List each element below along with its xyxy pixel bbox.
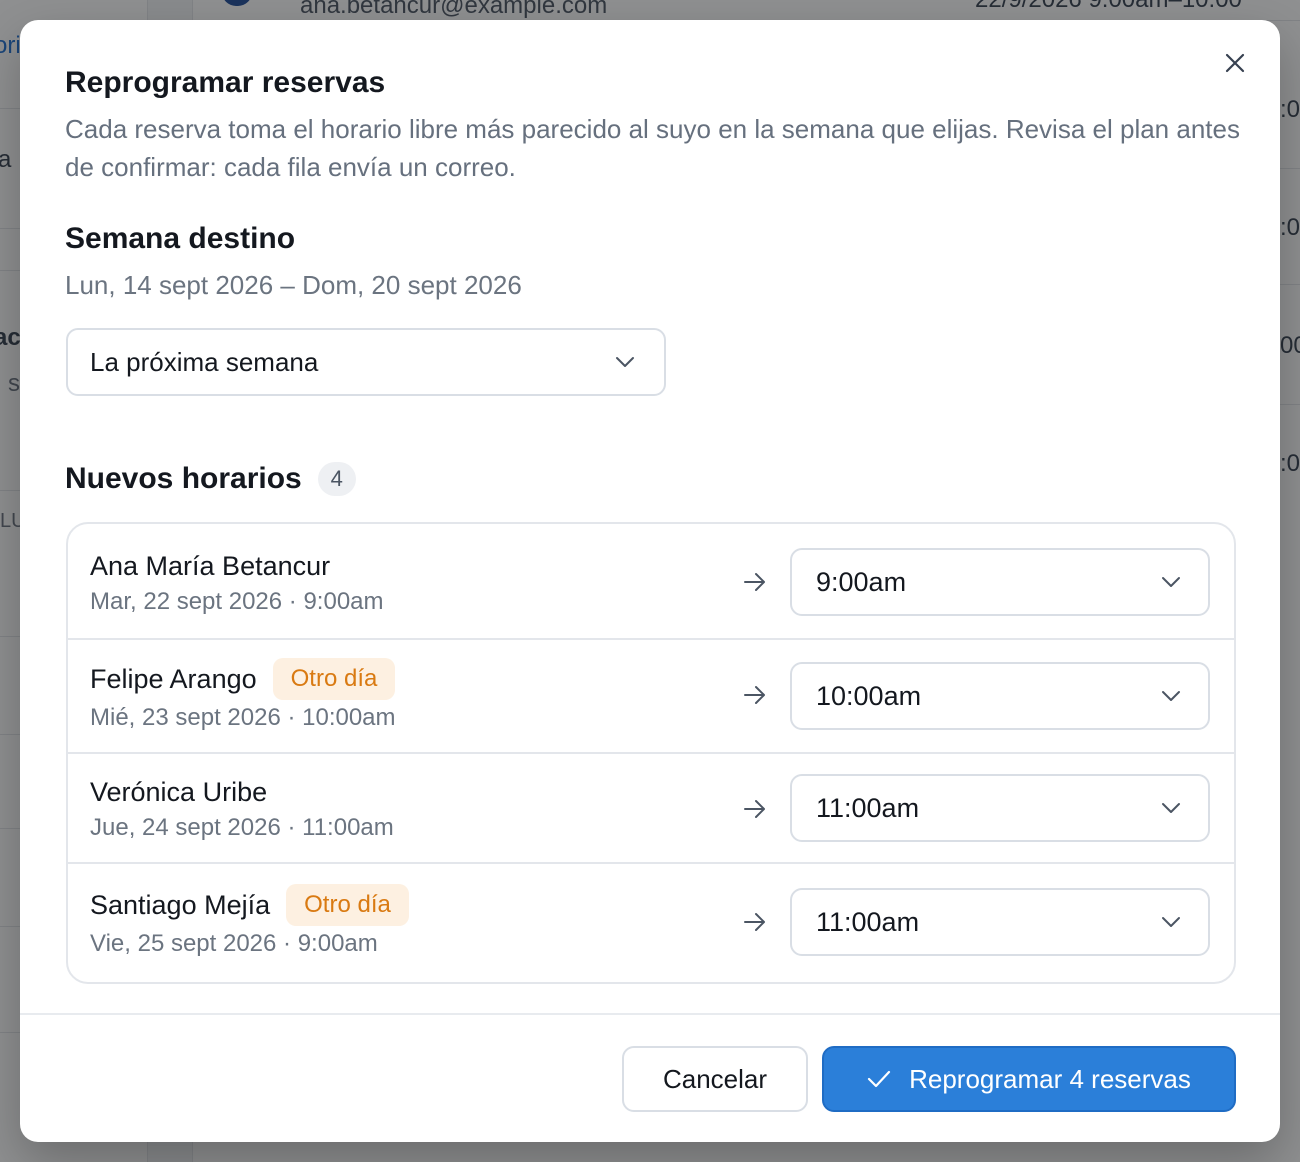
other-day-badge: Otro día [272,658,396,700]
slot-name-line: Ana María Betancur [90,548,330,584]
new-time-select[interactable]: 9:00am [790,548,1210,616]
footer-divider [20,1013,1280,1015]
new-time-value: 11:00am [816,906,920,937]
new-time-select[interactable]: 11:00am [790,888,1210,956]
new-time-value: 10:00am [816,680,922,711]
new-time-value: 9:00am [816,566,907,597]
chevron-down-icon [1160,571,1182,593]
reschedule-dialog: Reprogramar reservas Cada reserva toma e… [20,20,1280,1142]
slot-row: Felipe Arango Otro día Mié, 23 sept 2026… [68,640,1234,754]
new-slots-heading: Nuevos horarios 4 [65,462,356,496]
arrow-right-icon [742,909,768,935]
booking-name: Felipe Arango [90,663,257,694]
arrow-right-icon [742,569,768,595]
original-datetime: Mié, 23 sept 2026 · 10:00am [90,704,396,731]
slot-row: Santiago Mejía Otro día Vie, 25 sept 202… [68,864,1234,982]
arrow-right-icon [742,682,768,708]
close-icon [1224,52,1246,79]
arrow-right-icon [742,796,768,822]
dialog-description: Cada reserva toma el horario libre más p… [65,114,1240,182]
slot-name-line: Verónica Uribe [90,774,267,810]
new-slots-heading-label: Nuevos horarios [65,462,302,495]
chevron-down-icon [1160,911,1182,933]
chevron-down-icon [1160,797,1182,819]
booking-name: Santiago Mejía [90,889,271,920]
target-week-value: La próxima semana [90,346,319,377]
chevron-down-icon [1160,685,1182,707]
dialog-title: Reprogramar reservas [65,66,386,99]
target-week-select[interactable]: La próxima semana [66,328,666,396]
booking-name: Verónica Uribe [90,776,268,807]
close-button[interactable] [1220,50,1250,80]
confirm-reschedule-button[interactable]: Reprogramar 4 reservas [822,1046,1236,1112]
confirm-label: Reprogramar 4 reservas [909,1063,1191,1094]
new-time-value: 11:00am [816,792,920,823]
slots-list: Ana María Betancur Mar, 22 sept 2026 · 9… [66,522,1236,984]
slot-name-line: Felipe Arango Otro día [90,658,396,700]
original-datetime: Jue, 24 sept 2026 · 11:00am [90,814,394,841]
booking-name: Ana María Betancur [90,550,331,581]
target-week-heading: Semana destino [65,222,296,255]
check-icon [867,1070,891,1088]
slot-row: Ana María Betancur Mar, 22 sept 2026 · 9… [68,524,1234,640]
original-datetime: Mar, 22 sept 2026 · 9:00am [90,588,384,615]
slot-row: Verónica Uribe Jue, 24 sept 2026 · 11:00… [68,754,1234,864]
chevron-down-icon [614,351,636,373]
new-time-select[interactable]: 11:00am [790,774,1210,842]
slot-name-line: Santiago Mejía Otro día [90,884,409,926]
target-week-range: Lun, 14 sept 2026 – Dom, 20 sept 2026 [65,270,522,300]
other-day-badge: Otro día [286,884,409,926]
slots-count-badge: 4 [317,462,356,496]
cancel-button[interactable]: Cancelar [622,1046,808,1112]
original-datetime: Vie, 25 sept 2026 · 9:00am [90,930,378,957]
new-time-select[interactable]: 10:00am [790,662,1210,730]
